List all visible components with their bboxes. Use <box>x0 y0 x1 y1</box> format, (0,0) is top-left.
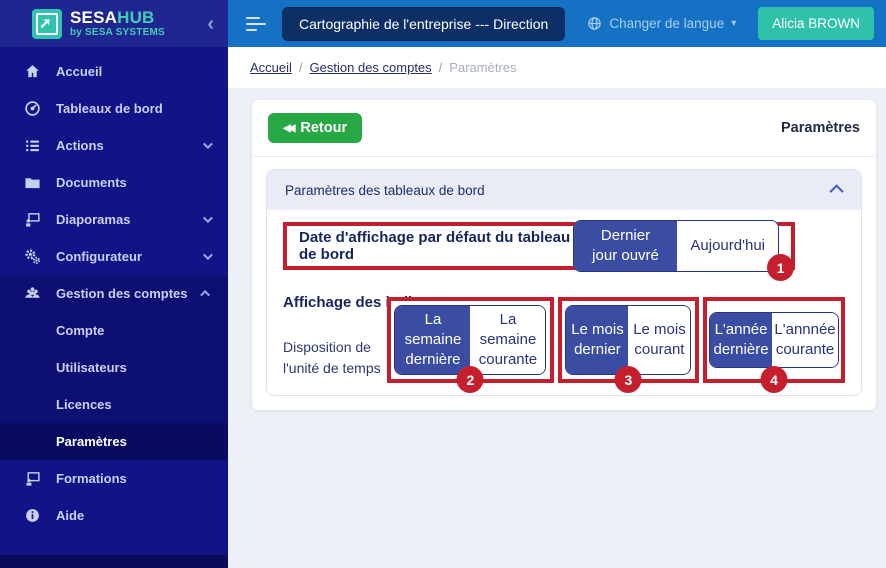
sidebar-item-documents[interactable]: Documents <box>0 164 228 201</box>
week-toggle-group: La semaine dernière La semaine courante <box>394 305 546 375</box>
gears-icon <box>22 247 42 267</box>
dashboard-gauge-icon <box>22 99 42 119</box>
logo-text: SESAHUB by SESA SYSTEMS <box>70 9 165 38</box>
brand-primary: SESA <box>70 8 117 27</box>
breadcrumb-current: Paramètres <box>449 60 516 75</box>
sidebar: ➚ SESAHUB by SESA SYSTEMS ‹ Accueil <box>0 0 228 568</box>
panel-title: Paramètres des tableaux de bord <box>285 183 485 198</box>
chevron-down-icon <box>203 250 213 260</box>
main-column: Cartographie de l'entreprise --- Directi… <box>228 0 886 568</box>
hamburger-menu-icon[interactable] <box>246 17 266 31</box>
chevron-up-icon <box>200 290 210 300</box>
language-label: Changer de langue <box>609 16 724 31</box>
sidebar-item-diaporamas[interactable]: Diaporamas <box>0 201 228 238</box>
sidebar-subitem-parametres[interactable]: Paramètres <box>0 423 228 460</box>
sidebar-item-formations[interactable]: Formations <box>0 460 228 497</box>
info-icon <box>22 506 42 526</box>
toggle-semaine-courante[interactable]: La semaine courante <box>470 306 545 374</box>
breadcrumb-link-gestion-des-comptes[interactable]: Gestion des comptes <box>310 60 432 75</box>
users-icon <box>22 284 42 304</box>
toggle-mois-courant[interactable]: Le mois courant <box>628 306 690 374</box>
month-toggle-group: Le mois dernier Le mois courant <box>565 305 691 375</box>
settings-card: ◀◀ Retour Paramètres Paramètres des tabl… <box>252 100 876 410</box>
date-display-label: Date d'affichage par défaut du tableau d… <box>299 229 573 263</box>
back-button[interactable]: ◀◀ Retour <box>268 113 362 143</box>
globe-icon <box>587 16 602 31</box>
chevron-down-icon <box>203 213 213 223</box>
annotation-badge-1: 1 <box>767 254 794 281</box>
year-toggle-group: L'année dernière L'annnée courante <box>709 312 839 368</box>
annotation-box-date: Date d'affichage par défaut du tableau d… <box>283 222 795 270</box>
rewind-icon: ◀◀ <box>283 123 292 134</box>
toggle-annee-courante[interactable]: L'annnée courante <box>772 313 838 367</box>
annotation-box-month: Le mois dernier Le mois courant 3 <box>558 297 699 383</box>
content-area: ◀◀ Retour Paramètres Paramètres des tabl… <box>228 88 886 568</box>
language-dropdown[interactable]: Changer de langue ▾ <box>587 16 736 31</box>
presentation-icon <box>22 210 42 230</box>
sidebar-subitem-licences[interactable]: Licences <box>0 386 228 423</box>
sidebar-subitem-compte[interactable]: Compte <box>0 312 228 349</box>
breadcrumb: Accueil / Gestion des comptes / Paramètr… <box>228 47 886 88</box>
annotation-box-week: La semaine dernière La semaine courante … <box>387 297 554 383</box>
chevron-up-icon <box>830 184 844 198</box>
user-button[interactable]: Alicia BROWN <box>758 7 874 40</box>
app-window: ➚ SESAHUB by SESA SYSTEMS ‹ Accueil <box>0 0 886 568</box>
home-icon <box>22 62 42 82</box>
time-unit-layout-label: Disposition de l'unité de temps <box>283 297 383 383</box>
annotation-badge-4: 4 <box>761 366 788 393</box>
dashboard-settings-panel: Paramètres des tableaux de bord Date d'a… <box>266 169 862 396</box>
panel-accordion-header[interactable]: Paramètres des tableaux de bord <box>267 170 861 210</box>
sidebar-group-gestion-des-comptes: Gestion des comptes Compte Utilisateurs … <box>0 275 228 460</box>
caret-down-icon: ▾ <box>731 18 736 29</box>
annotation-badge-2: 2 <box>457 366 484 393</box>
sidebar-item-aide[interactable]: Aide <box>0 497 228 534</box>
top-header: Cartographie de l'entreprise --- Directi… <box>228 0 886 47</box>
sidebar-nav: Accueil Tableaux de bord Actions Do <box>0 47 228 534</box>
date-toggle-group: Dernier jour ouvré Aujourd'hui <box>573 220 779 273</box>
header-right: Changer de langue ▾ Alicia BROWN <box>587 7 874 40</box>
toggle-aujourdhui[interactable]: Aujourd'hui <box>677 221 778 272</box>
page-title-pill: Cartographie de l'entreprise --- Directi… <box>282 7 565 41</box>
logo-area: ➚ SESAHUB by SESA SYSTEMS ‹ <box>0 0 228 47</box>
toggle-mois-dernier[interactable]: Le mois dernier <box>566 306 628 374</box>
sidebar-footer-strip <box>0 555 228 568</box>
sidebar-collapse-icon[interactable]: ‹ <box>207 14 214 34</box>
time-unit-row: Disposition de l'unité de temps La semai… <box>283 297 845 383</box>
annotation-badge-3: 3 <box>615 366 642 393</box>
annotation-box-year: L'année dernière L'annnée courante 4 <box>703 297 845 383</box>
toggle-annee-derniere[interactable]: L'année dernière <box>710 313 772 367</box>
brand-tagline: by SESA SYSTEMS <box>70 28 165 38</box>
sidebar-item-actions[interactable]: Actions <box>0 127 228 164</box>
card-page-label: Paramètres <box>781 120 860 136</box>
list-icon <box>22 136 42 156</box>
logo-arrow-icon: ➚ <box>39 16 55 32</box>
brand-secondary: HUB <box>117 8 154 27</box>
card-body: Paramètres des tableaux de bord Date d'a… <box>252 157 876 410</box>
toggle-dernier-jour-ouvre[interactable]: Dernier jour ouvré <box>574 221 678 272</box>
sidebar-item-gestion-des-comptes[interactable]: Gestion des comptes <box>0 275 228 312</box>
sesahub-logo-icon: ➚ <box>32 9 62 39</box>
toggle-semaine-derniere[interactable]: La semaine dernière <box>395 306 470 374</box>
panel-body: Date d'affichage par défaut du tableau d… <box>267 210 861 395</box>
card-header: ◀◀ Retour Paramètres <box>252 100 876 157</box>
folder-icon <box>22 173 42 193</box>
chevron-down-icon <box>203 139 213 149</box>
training-icon <box>22 469 42 489</box>
sidebar-subitem-utilisateurs[interactable]: Utilisateurs <box>0 349 228 386</box>
breadcrumb-link-accueil[interactable]: Accueil <box>250 60 292 75</box>
sidebar-item-tableaux-de-bord[interactable]: Tableaux de bord <box>0 90 228 127</box>
sidebar-item-configurateur[interactable]: Configurateur <box>0 238 228 275</box>
sidebar-item-accueil[interactable]: Accueil <box>0 53 228 90</box>
